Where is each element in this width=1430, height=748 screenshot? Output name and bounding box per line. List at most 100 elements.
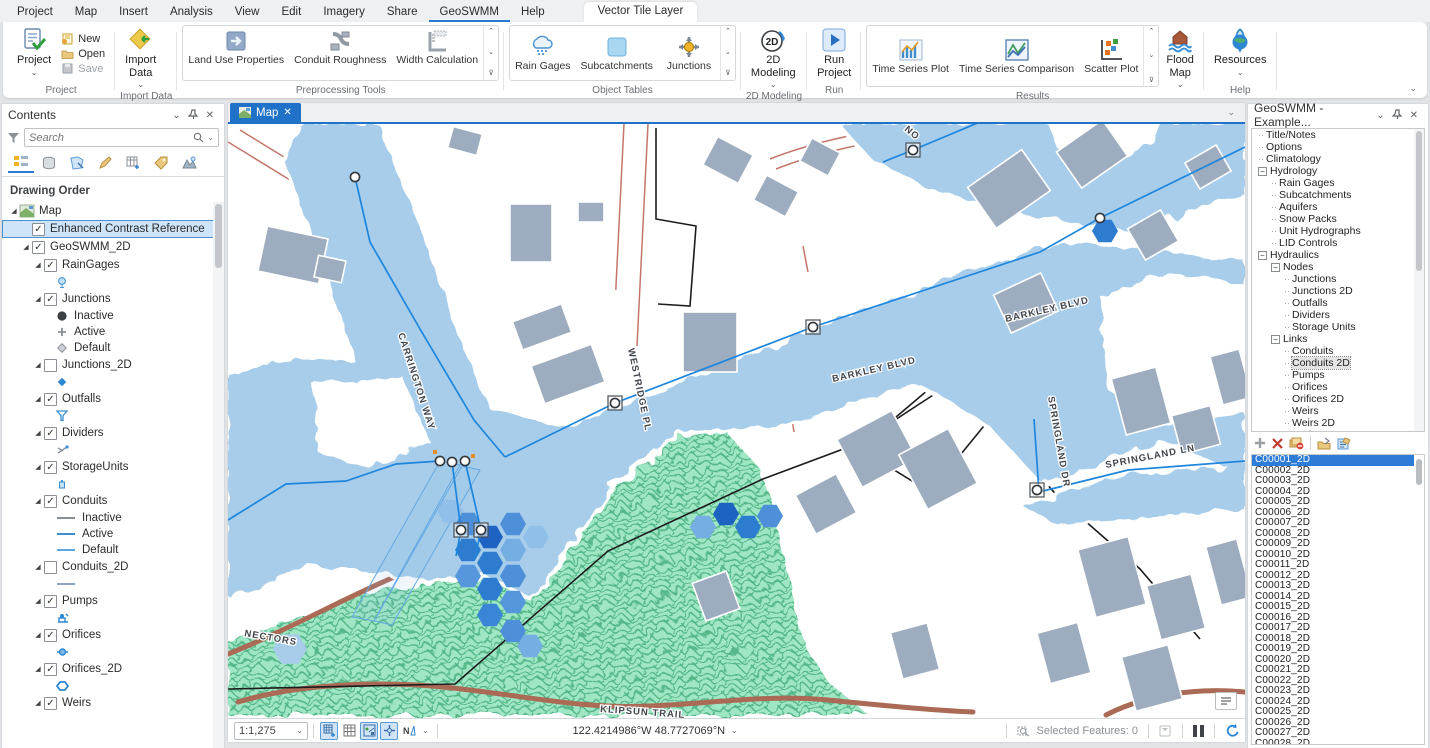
legend-item[interactable]: Inactive <box>2 308 224 324</box>
geoswmm-tree-item-conduits-2d[interactable]: ··Conduits 2D <box>1252 357 1424 369</box>
time-series-plot-button[interactable]: Time Series Plot <box>867 26 954 86</box>
toolbar-chevron-icon[interactable]: ⌄ <box>422 726 429 735</box>
subcatchments-button[interactable]: Subcatchments <box>576 26 658 80</box>
pin-icon[interactable] <box>1389 109 1406 122</box>
resources-button[interactable]: Resources ⌄ <box>1209 24 1272 83</box>
menu-item-edit[interactable]: Edit <box>270 3 312 22</box>
object-list-scrollbar[interactable] <box>1414 455 1424 744</box>
conduit-list-item[interactable]: C00005_2D <box>1252 497 1424 508</box>
geoswmm-tree-item-dividers[interactable]: ··Dividers <box>1252 309 1424 321</box>
layer-item-enhanced-contrast-reference[interactable]: ✓Enhanced Contrast Reference <box>2 220 224 238</box>
menu-item-project[interactable]: Project <box>6 3 64 22</box>
junction-node[interactable] <box>806 320 820 334</box>
junction-node[interactable] <box>1095 213 1104 222</box>
junction-node[interactable] <box>350 172 359 181</box>
report-object-icon[interactable] <box>1337 437 1351 450</box>
layer-checkbox[interactable] <box>44 561 57 574</box>
search-input-box[interactable]: ⌄ <box>24 128 219 147</box>
geoswmm-tree-item-weirs-2d[interactable]: ··Weirs 2D <box>1252 417 1424 429</box>
width-calculation-button[interactable]: Width Calculation <box>391 26 483 80</box>
geoswmm-tree-item-outlets[interactable]: ··Outlets <box>1252 429 1424 432</box>
map-tab-close-icon[interactable]: ✕ <box>283 107 291 118</box>
layer-item-orifices[interactable]: ◢✓Orifices <box>2 626 224 644</box>
expander-icon[interactable]: ◢ <box>32 665 44 673</box>
tab-labeling[interactable] <box>148 153 174 173</box>
geoswmm-tree-item-subcatchments[interactable]: ··Subcatchments <box>1252 189 1424 201</box>
layer-checkbox[interactable]: ✓ <box>44 495 57 508</box>
land-use-properties-button[interactable]: Land Use Properties <box>183 26 289 80</box>
layer-item-storageunits[interactable]: ◢✓StorageUnits <box>2 458 224 476</box>
save-button[interactable]: Save <box>58 62 108 75</box>
geoswmm-tree-item-outfalls[interactable]: ··Outfalls <box>1252 297 1424 309</box>
geoswmm-tree-item-links[interactable]: −Links <box>1252 333 1424 345</box>
layer-checkbox[interactable]: ✓ <box>32 241 45 254</box>
legend-item[interactable]: Active <box>2 324 224 340</box>
conduit-list-item[interactable]: C00021_2D <box>1252 665 1424 676</box>
tab-tables[interactable] <box>120 153 146 173</box>
geoswmm-tree-item-orifices-2d[interactable]: ··Orifices 2D <box>1252 393 1424 405</box>
edit-object-icon[interactable] <box>1317 437 1331 450</box>
table-tool-icon[interactable] <box>340 722 358 740</box>
expander-icon[interactable]: ◢ <box>32 497 44 505</box>
legend-item[interactable] <box>2 644 224 660</box>
legend-item[interactable]: Active <box>2 526 224 542</box>
contextual-tab-vector-tile-layer[interactable]: Vector Tile Layer <box>584 2 698 22</box>
layer-item-dividers[interactable]: ◢✓Dividers <box>2 424 224 442</box>
junctions-button[interactable]: Junctions <box>658 26 720 80</box>
geoswmm-tree-item-junctions[interactable]: ··Junctions <box>1252 273 1424 285</box>
conduit-list-item[interactable]: C00027_2D <box>1252 728 1424 739</box>
tab-drawing-order[interactable] <box>8 153 34 173</box>
menu-item-map[interactable]: Map <box>64 3 108 22</box>
junction-node[interactable] <box>608 396 622 410</box>
delete-all-icon[interactable] <box>1289 437 1304 450</box>
layer-checkbox[interactable]: ✓ <box>32 223 45 236</box>
legend-item[interactable] <box>2 408 224 424</box>
flood-map-button[interactable]: Flood Map ⌄ <box>1161 24 1199 89</box>
layer-item-map[interactable]: ◢Map <box>2 202 224 220</box>
geoswmm-tree-item-junctions-2d[interactable]: ··Junctions 2D <box>1252 285 1424 297</box>
menu-item-analysis[interactable]: Analysis <box>159 3 224 22</box>
tab-selection[interactable] <box>64 153 90 173</box>
geoswmm-tree-item-pumps[interactable]: ··Pumps <box>1252 369 1424 381</box>
preprocessing-scroll[interactable]: ⌃⌄⊽ <box>483 26 498 80</box>
junction-node[interactable] <box>906 143 920 157</box>
expander-icon[interactable]: ◢ <box>32 429 44 437</box>
expander-icon[interactable]: ◢ <box>32 699 44 707</box>
expander-icon[interactable]: ◢ <box>20 243 32 251</box>
layer-item-outfalls[interactable]: ◢✓Outfalls <box>2 390 224 408</box>
time-series-comparison-button[interactable]: Time Series Comparison <box>954 26 1079 86</box>
expander-icon[interactable]: ◢ <box>32 563 44 571</box>
legend-item[interactable]: Default <box>2 340 224 356</box>
legend-item[interactable] <box>2 476 224 492</box>
geoswmm-tree-item-rain-gages[interactable]: ··Rain Gages <box>1252 177 1424 189</box>
layer-item-weirs[interactable]: ◢✓Weirs <box>2 694 224 712</box>
layer-checkbox[interactable]: ✓ <box>44 427 57 440</box>
layer-checkbox[interactable] <box>44 359 57 372</box>
conduit-list-item[interactable]: C00003_2D <box>1252 476 1424 487</box>
legend-item[interactable]: Default <box>2 542 224 558</box>
layer-item-geoswmm-2d[interactable]: ◢✓GeoSWMM_2D <box>2 238 224 256</box>
geoswmm-tree-item-hydraulics[interactable]: −Hydraulics <box>1252 249 1424 261</box>
menu-item-geoswmm[interactable]: GeoSWMM <box>429 3 510 22</box>
grid-tool-icon[interactable] <box>320 722 338 740</box>
expander-icon[interactable]: ◢ <box>32 295 44 303</box>
conduit-list-item[interactable]: C00007_2D <box>1252 518 1424 529</box>
layer-item-pumps[interactable]: ◢✓Pumps <box>2 592 224 610</box>
conduit-list-item[interactable]: C00001_2D <box>1252 455 1424 466</box>
layer-checkbox[interactable]: ✓ <box>44 293 57 306</box>
selection-box-icon[interactable] <box>1159 725 1172 737</box>
tab-snapping[interactable] <box>176 153 202 173</box>
layer-item-conduits[interactable]: ◢✓Conduits <box>2 492 224 510</box>
conduit-list-item[interactable]: C00011_2D <box>1252 560 1424 571</box>
conduit-list-item[interactable]: C00023_2D <box>1252 686 1424 697</box>
tab-data-source[interactable] <box>36 153 62 173</box>
junction-node[interactable] <box>460 456 469 465</box>
coordinate-readout[interactable]: 122.4214986°W 48.7727069°N ⌄ <box>573 725 738 737</box>
junction-node[interactable] <box>447 457 456 466</box>
open-button[interactable]: Open <box>58 47 108 60</box>
layer-checkbox[interactable]: ✓ <box>44 595 57 608</box>
layer-item-junctions-2d[interactable]: ◢Junctions_2D <box>2 356 224 374</box>
geoswmm-tree-item-aquifers[interactable]: ··Aquifers <box>1252 201 1424 213</box>
geoswmm-tree-item-orifices[interactable]: ··Orifices <box>1252 381 1424 393</box>
junction-node[interactable] <box>454 523 468 537</box>
